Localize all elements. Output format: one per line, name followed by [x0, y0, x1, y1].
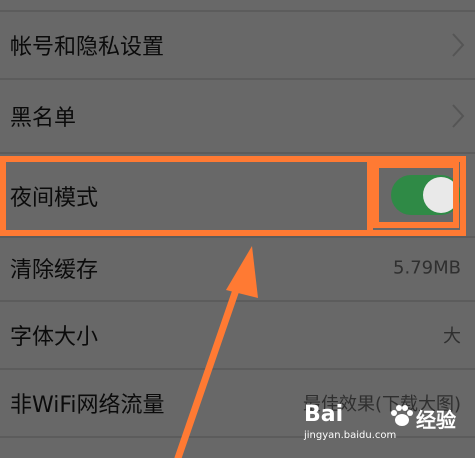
highlight-box-toggle	[373, 162, 459, 228]
settings-item-label: 字体大小	[10, 325, 99, 350]
settings-item-account-privacy[interactable]: 帐号和隐私设置	[0, 12, 475, 78]
chevron-right-icon	[452, 104, 465, 128]
watermark-url: jingyan.baidu.com	[304, 430, 397, 441]
settings-item-label: 非WiFi网络流量	[10, 393, 165, 418]
settings-item-clear-cache[interactable]: 清除缓存 5.79MB	[0, 238, 475, 298]
settings-item-blacklist[interactable]: 黑名单	[0, 80, 475, 152]
settings-item-font-size[interactable]: 字体大小 大	[0, 302, 475, 368]
watermark-brand: Bai	[304, 402, 344, 427]
font-size-value: 大	[443, 326, 461, 347]
settings-item-label: 帐号和隐私设置	[10, 35, 165, 60]
divider	[0, 152, 475, 154]
watermark-jingyan: 经验	[416, 408, 456, 432]
settings-item-label: 黑名单	[10, 106, 77, 131]
settings-item-label: 清除缓存	[10, 258, 99, 283]
cache-size-value: 5.79MB	[393, 257, 461, 279]
chevron-right-icon	[452, 33, 465, 57]
baidu-jingyan-watermark: Bai 经验 jingyan.baidu.com	[304, 400, 469, 441]
highlight-separator	[367, 162, 373, 236]
baidu-paw-icon	[391, 405, 413, 426]
